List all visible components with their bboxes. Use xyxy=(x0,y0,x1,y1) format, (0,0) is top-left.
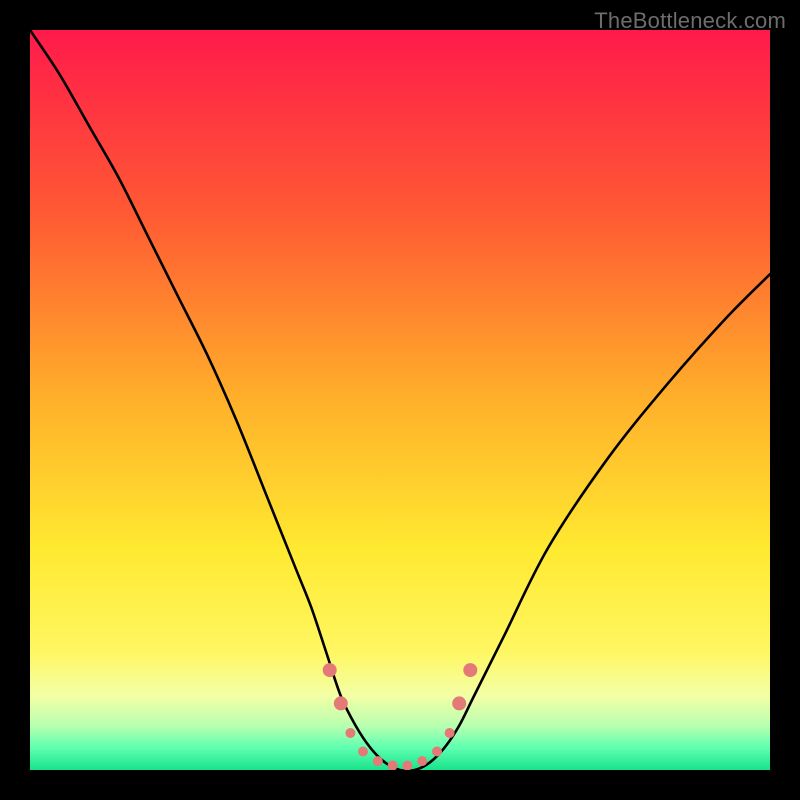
plot-area xyxy=(30,30,770,770)
optimum-marker xyxy=(452,696,466,710)
optimum-marker xyxy=(432,747,442,757)
optimum-marker xyxy=(445,728,455,738)
heat-background xyxy=(30,30,770,770)
optimum-marker xyxy=(334,696,348,710)
optimum-marker xyxy=(345,728,355,738)
optimum-marker xyxy=(463,663,477,677)
optimum-marker xyxy=(358,747,368,757)
watermark-text: TheBottleneck.com xyxy=(594,8,786,34)
bottleneck-chart xyxy=(30,30,770,770)
optimum-marker xyxy=(417,756,427,766)
optimum-marker xyxy=(373,756,383,766)
optimum-marker xyxy=(323,663,337,677)
chart-frame: TheBottleneck.com xyxy=(0,0,800,800)
